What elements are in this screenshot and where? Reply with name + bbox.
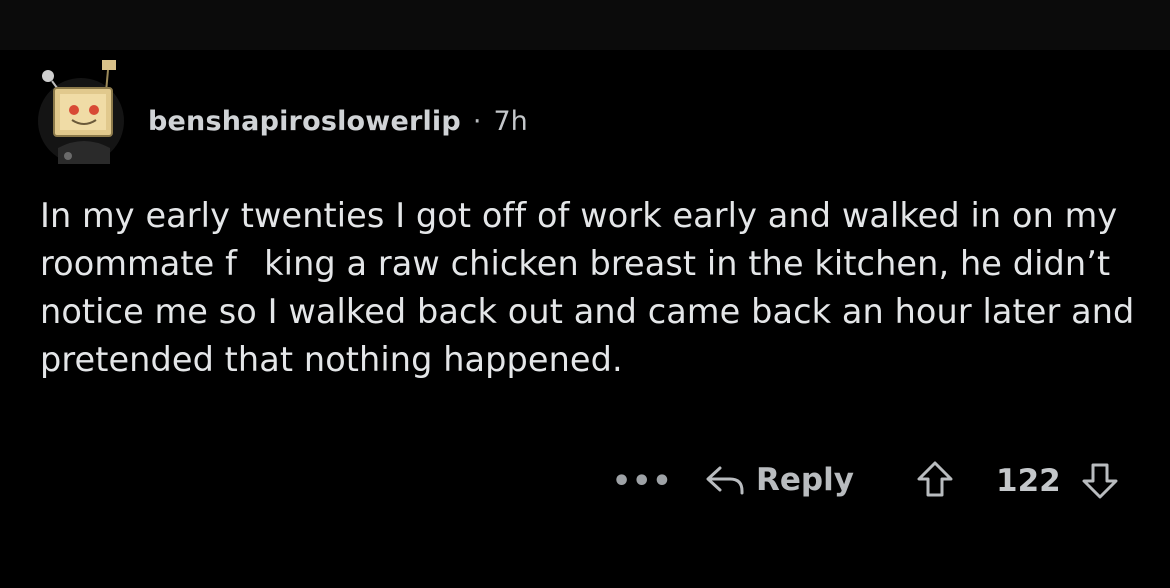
upvote-arrow-icon[interactable] [915,459,955,501]
comment-author[interactable]: benshapiroslowerlip [148,106,461,137]
comment-body: In my early twenties I got off of work e… [40,196,1135,379]
top-divider-strip [0,0,1170,50]
reply-arrow-icon [706,466,744,495]
snoo-avatar-icon [42,60,116,164]
more-options-button[interactable]: ••• [612,464,673,499]
reply-label: Reply [756,462,854,498]
comment-age: 7h [493,105,528,137]
downvote-arrow-icon[interactable] [1080,459,1120,501]
comment-card: benshapiroslowerlip · 7h In my early twe… [0,50,1170,588]
reply-button[interactable]: Reply [704,458,854,502]
comment-header: benshapiroslowerlip · 7h [38,60,528,164]
comment-actions: ••• Reply 122 [0,450,1170,510]
user-avatar[interactable] [38,60,124,164]
meta-separator: · [472,105,482,137]
vote-score: 122 [996,463,1061,499]
